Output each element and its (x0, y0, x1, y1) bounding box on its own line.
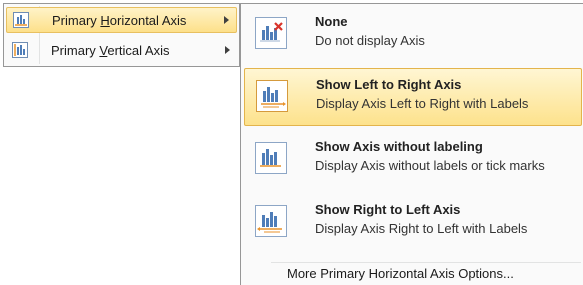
horizontal-axis-chart-icon (13, 12, 29, 28)
menu-separator (271, 262, 581, 263)
menu-item-label-underlined: H (100, 13, 110, 28)
horizontal-axis-submenu: None Do not display Axis Show Left to Ri… (240, 3, 583, 285)
menu-item-label-suffix: orizontal Axis (109, 13, 187, 28)
option-description: Do not display Axis (315, 33, 425, 48)
left-to-right-axis-icon (256, 80, 288, 112)
option-title: Show Right to Left Axis (315, 202, 461, 217)
menu-item-label: Primary Vertical Axis (51, 43, 170, 58)
submenu-arrow-icon (225, 46, 230, 54)
menu-item-label-prefix: Primary (52, 13, 101, 28)
option-title: Show Left to Right Axis (316, 77, 462, 92)
menu-item-label: Primary Horizontal Axis (52, 13, 186, 28)
submenu-arrow-icon (224, 16, 229, 24)
menu-item-label-prefix: Primary (51, 43, 100, 58)
menu-item-label-suffix: ertical Axis (107, 43, 170, 58)
option-show-right-to-left-axis[interactable]: Show Right to Left Axis Display Axis Rig… (244, 194, 582, 252)
option-description: Display Axis without labels or tick mark… (315, 158, 545, 173)
option-show-left-to-right-axis[interactable]: Show Left to Right Axis Display Axis Lef… (244, 68, 582, 126)
vertical-axis-chart-icon (12, 42, 28, 58)
primary-axis-menu: Primary Horizontal Axis Primary Vertical… (3, 3, 240, 67)
option-none[interactable]: None Do not display Axis (244, 6, 582, 64)
axis-menu-screenshot: Primary Horizontal Axis Primary Vertical… (0, 0, 583, 285)
menu-item-primary-horizontal-axis[interactable]: Primary Horizontal Axis (6, 7, 237, 33)
option-title: Show Axis without labeling (315, 139, 483, 154)
axis-without-labeling-icon (255, 142, 287, 174)
no-axis-icon (255, 17, 287, 49)
right-to-left-axis-icon (255, 205, 287, 237)
menu-item-primary-vertical-axis[interactable]: Primary Vertical Axis (6, 38, 237, 64)
option-show-axis-without-labeling[interactable]: Show Axis without labeling Display Axis … (244, 131, 582, 189)
option-title: None (315, 14, 348, 29)
more-axis-options-link[interactable]: More Primary Horizontal Axis Options... (287, 266, 514, 281)
option-description: Display Axis Right to Left with Labels (315, 221, 528, 236)
option-description: Display Axis Left to Right with Labels (316, 96, 529, 111)
